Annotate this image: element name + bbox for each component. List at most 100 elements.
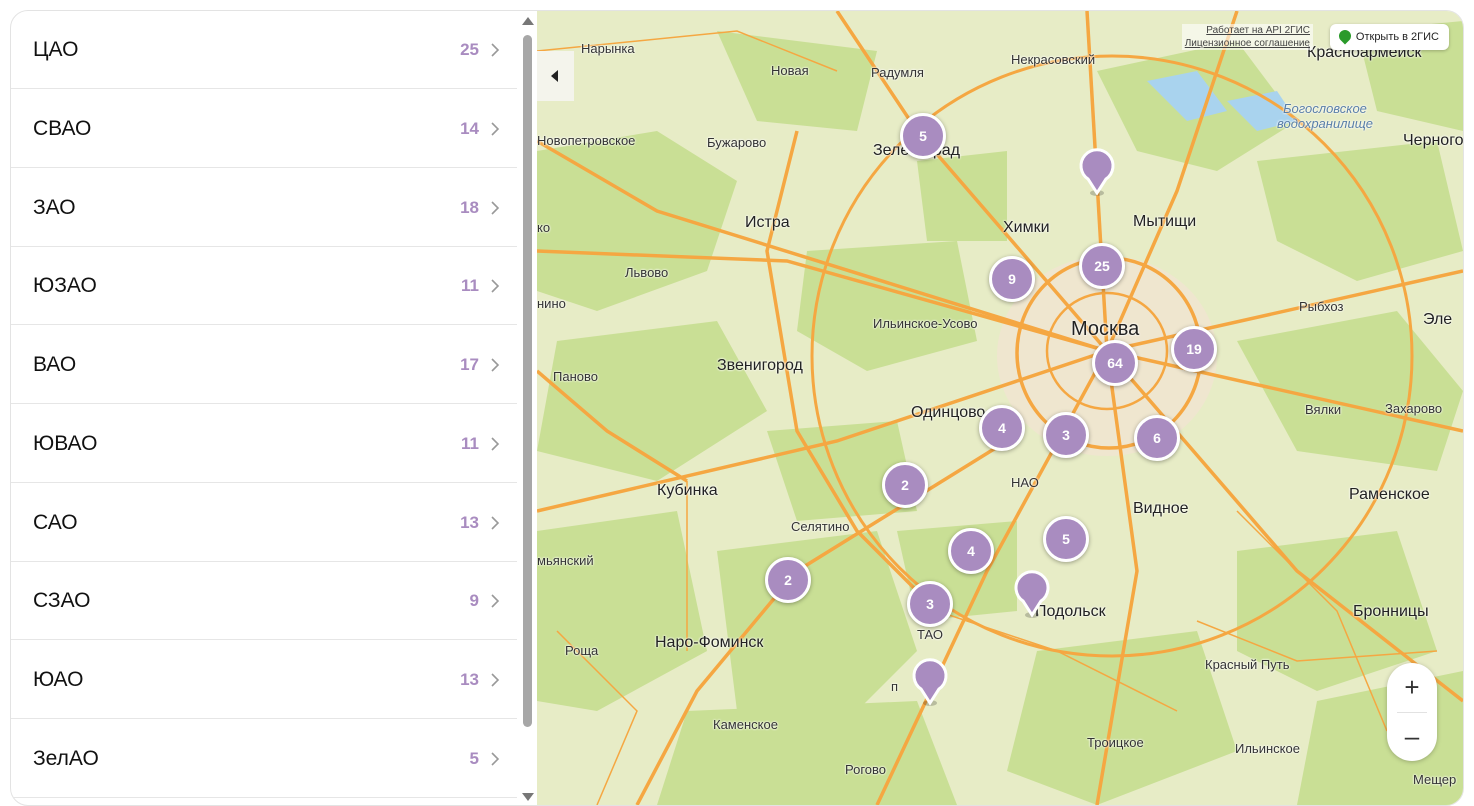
map-cluster-marker[interactable]: 3 — [907, 581, 953, 627]
place-label: ТАО — [917, 627, 944, 642]
district-name: ЮАО — [33, 668, 84, 691]
district-name: ЗелАО — [33, 747, 99, 770]
chevron-right-icon — [491, 279, 500, 293]
district-name: ЦАО — [33, 38, 79, 61]
map-cluster-marker[interactable]: 2 — [882, 462, 928, 508]
district-count: 5 — [469, 749, 479, 768]
district-row-yuao[interactable]: ЮАО 13 — [11, 641, 517, 719]
place-label: Наро-Фоминск — [655, 634, 764, 651]
district-count: 13 — [460, 670, 479, 689]
chevron-right-icon — [491, 201, 500, 215]
place-label: Новопетровское — [537, 133, 636, 148]
collapse-panel-button[interactable] — [537, 51, 574, 101]
district-row-yuzao[interactable]: ЮЗАО 11 — [11, 247, 517, 325]
place-label: Захарово — [1385, 401, 1443, 416]
map-cluster-marker[interactable]: 4 — [979, 405, 1025, 451]
place-label: Рыбхоз — [1299, 299, 1344, 314]
place-label: Рогово — [845, 762, 887, 777]
district-row-vao[interactable]: ВАО 17 — [11, 326, 517, 404]
district-name: ВАО — [33, 353, 77, 376]
place-label: Звенигород — [717, 357, 803, 374]
list-scrollbar[interactable] — [519, 11, 537, 805]
place-label: НАО — [1011, 475, 1039, 490]
place-label: Химки — [1003, 219, 1050, 236]
place-label: Кубинка — [657, 482, 718, 499]
place-label: Селятино — [791, 519, 850, 534]
map-cluster-marker[interactable]: 5 — [900, 113, 946, 159]
place-label: Эле — [1423, 311, 1453, 328]
district-count: 25 — [460, 40, 479, 59]
api-attribution-link[interactable]: Работает на API 2ГИС — [1185, 24, 1310, 37]
chevron-right-icon — [491, 358, 500, 372]
district-name: ЗАО — [33, 196, 76, 219]
district-name: СВАО — [33, 117, 92, 140]
place-label: Львово — [625, 265, 669, 280]
zoom-out-button[interactable]: – — [1387, 712, 1437, 761]
scroll-down-arrow-icon[interactable] — [522, 793, 534, 801]
scrollbar-thumb[interactable] — [523, 35, 532, 727]
map-attribution: Работает на API 2ГИС Лицензионное соглаш… — [1181, 24, 1313, 50]
place-label: Нарынка — [581, 41, 635, 56]
water-label: Богословское водохранилище — [1276, 101, 1374, 131]
place-label: п — [891, 679, 899, 694]
place-label: Радумля — [871, 65, 924, 80]
chevron-right-icon — [491, 437, 500, 451]
open-in-2gis-button[interactable]: Открыть в 2ГИС — [1329, 24, 1449, 50]
place-label: Вялки — [1305, 402, 1342, 417]
map-view[interactable]: Нарынка Новая Радумля Некрасовский Красн… — [537, 11, 1463, 805]
district-count: 17 — [460, 355, 479, 374]
place-label: Некрасовский — [1011, 52, 1096, 67]
map-cluster-marker[interactable]: 9 — [989, 256, 1035, 302]
map-cluster-marker[interactable]: 6 — [1134, 415, 1180, 461]
district-row-svao[interactable]: СВАО 14 — [11, 90, 517, 168]
map-pin-icon[interactable] — [911, 657, 949, 707]
place-label: Красный Путь — [1205, 657, 1290, 672]
place-label: Каменское — [713, 717, 778, 732]
chevron-right-icon — [491, 752, 500, 766]
place-label: нино — [537, 296, 566, 311]
place-label: Раменское — [1349, 486, 1430, 503]
district-name: ЮВАО — [33, 432, 98, 455]
district-count: 18 — [460, 198, 479, 217]
place-label: Бужарово — [707, 135, 767, 150]
place-label: Мытищи — [1133, 213, 1197, 230]
place-label: Видное — [1133, 500, 1189, 517]
caret-left-icon — [551, 70, 558, 82]
district-row-cao[interactable]: ЦАО 25 — [11, 11, 517, 89]
place-label: мьянский — [537, 553, 594, 568]
district-row-sao[interactable]: САО 13 — [11, 484, 517, 562]
place-label: Роща — [565, 643, 599, 658]
map-cluster-marker[interactable]: 2 — [765, 557, 811, 603]
district-name: СЗАО — [33, 589, 91, 612]
license-link[interactable]: Лицензионное соглашение — [1185, 37, 1310, 50]
zoom-in-button[interactable]: + — [1387, 663, 1437, 712]
place-label: Новая — [771, 63, 809, 78]
district-row-zao[interactable]: ЗАО 18 — [11, 169, 517, 247]
place-label: Мещер — [1413, 772, 1457, 787]
place-label: Москва — [1071, 318, 1140, 340]
chevron-right-icon — [491, 43, 500, 57]
district-row-zelao[interactable]: ЗелАО 5 — [11, 720, 517, 798]
district-name: ЮЗАО — [33, 274, 97, 297]
district-count: 13 — [460, 513, 479, 532]
place-label: Паново — [553, 369, 598, 384]
district-count: 9 — [469, 591, 479, 610]
district-count: 11 — [461, 276, 479, 295]
map-pin-icon[interactable] — [1078, 147, 1116, 197]
district-count: 11 — [461, 434, 479, 453]
open-in-2gis-label: Открыть в 2ГИС — [1355, 31, 1439, 43]
map-cluster-marker[interactable]: 4 — [948, 528, 994, 574]
map-cluster-marker[interactable]: 25 — [1079, 243, 1125, 289]
map-cluster-marker[interactable]: 5 — [1043, 516, 1089, 562]
scroll-up-arrow-icon[interactable] — [522, 17, 534, 25]
chevron-right-icon — [491, 673, 500, 687]
district-row-szao[interactable]: СЗАО 9 — [11, 562, 517, 640]
place-label: Бронницы — [1353, 603, 1429, 620]
map-cluster-marker[interactable]: 19 — [1171, 326, 1217, 372]
district-row-yuvao[interactable]: ЮВАО 11 — [11, 405, 517, 483]
map-cluster-marker[interactable]: 64 — [1092, 340, 1138, 386]
main-card: ЦАО 25 СВАО 14 ЗАО 18 ЮЗАО 11 ВАО 17 ЮВА… — [10, 10, 1464, 806]
map-pin-icon[interactable] — [1013, 569, 1051, 619]
map-cluster-marker[interactable]: 3 — [1043, 412, 1089, 458]
place-label: Одинцово — [911, 404, 986, 421]
